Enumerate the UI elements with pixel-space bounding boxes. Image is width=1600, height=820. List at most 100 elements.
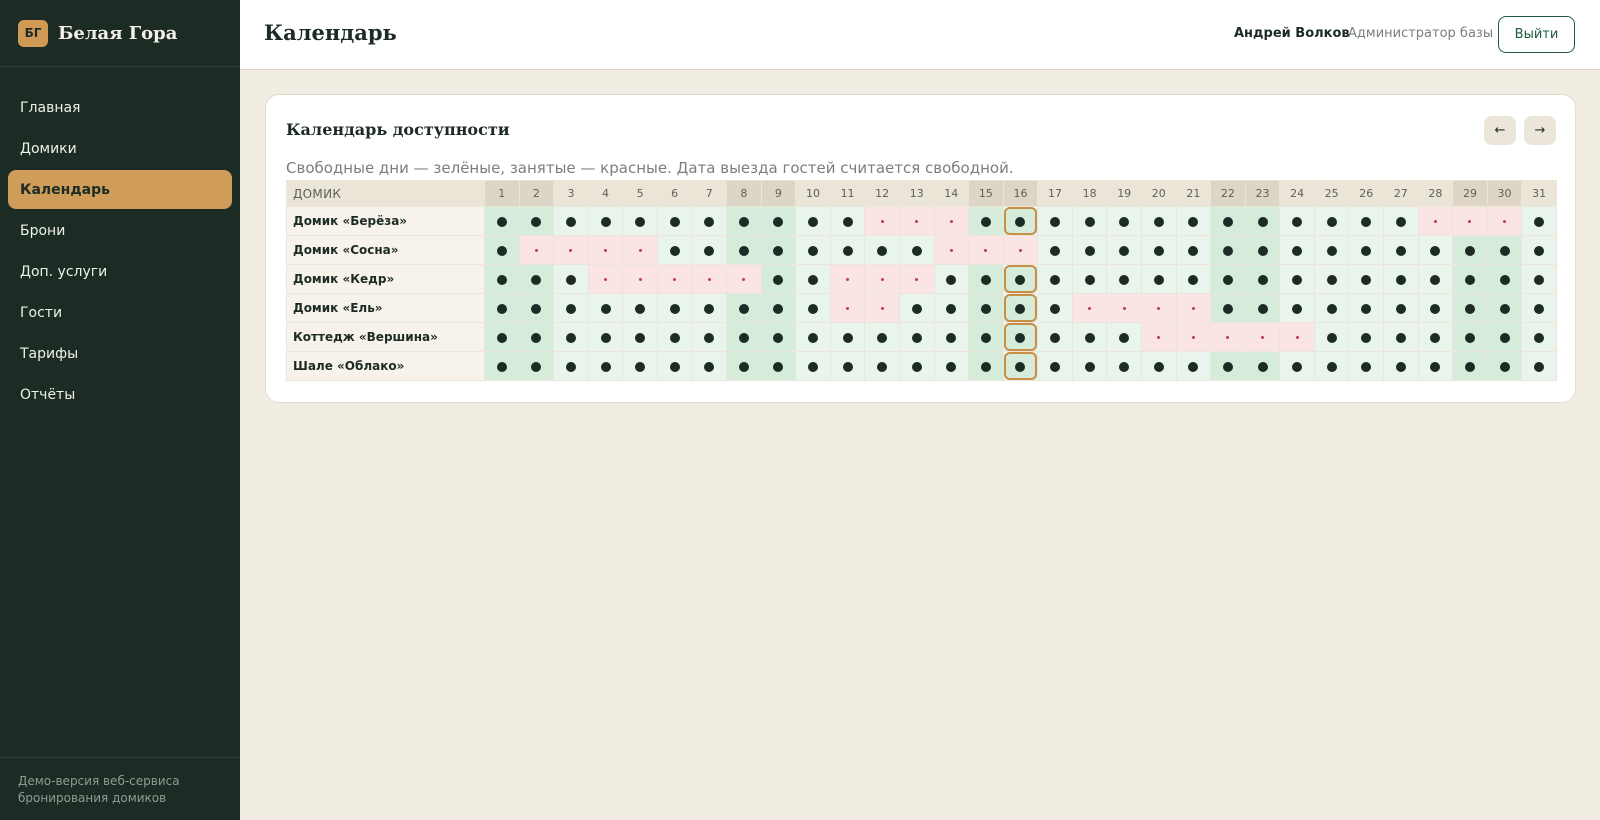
day-cell-free[interactable] bbox=[726, 293, 762, 323]
day-cell-free[interactable] bbox=[968, 351, 1004, 381]
day-cell-free[interactable] bbox=[1106, 322, 1142, 352]
day-cell-free[interactable] bbox=[1383, 235, 1419, 265]
day-cell-busy[interactable] bbox=[1140, 293, 1177, 323]
day-cell-busy[interactable] bbox=[1140, 322, 1177, 352]
day-cell-free[interactable] bbox=[622, 322, 658, 352]
day-cell-free[interactable] bbox=[1002, 293, 1039, 323]
day-cell-free[interactable] bbox=[1313, 293, 1350, 323]
day-cell-busy[interactable] bbox=[829, 293, 866, 323]
day-cell-busy[interactable] bbox=[1452, 206, 1488, 236]
day-cell-free[interactable] bbox=[1486, 235, 1523, 265]
day-cell-free[interactable] bbox=[1071, 351, 1108, 381]
day-cell-free[interactable] bbox=[518, 322, 555, 352]
day-cell-free[interactable] bbox=[968, 206, 1004, 236]
day-cell-free[interactable] bbox=[1106, 264, 1142, 294]
day-cell-free[interactable] bbox=[1002, 351, 1039, 381]
day-cell-free[interactable] bbox=[1037, 264, 1073, 294]
day-cell-free[interactable] bbox=[760, 293, 797, 323]
day-cell-free[interactable] bbox=[1383, 351, 1419, 381]
day-cell-free[interactable] bbox=[760, 264, 797, 294]
day-cell-free[interactable] bbox=[587, 206, 624, 236]
day-cell-free[interactable] bbox=[1210, 264, 1246, 294]
day-cell-free[interactable] bbox=[933, 351, 970, 381]
day-cell-free[interactable] bbox=[1486, 322, 1523, 352]
day-cell-free[interactable] bbox=[656, 235, 693, 265]
day-cell-free[interactable] bbox=[1140, 351, 1177, 381]
day-cell-free[interactable] bbox=[1244, 351, 1281, 381]
day-cell-free[interactable] bbox=[1175, 351, 1212, 381]
day-cell-busy[interactable] bbox=[587, 264, 624, 294]
day-cell-busy[interactable] bbox=[829, 264, 866, 294]
day-cell-free[interactable] bbox=[1486, 351, 1523, 381]
day-cell-busy[interactable] bbox=[864, 293, 900, 323]
day-cell-free[interactable] bbox=[795, 293, 831, 323]
day-cell-busy[interactable] bbox=[1210, 322, 1246, 352]
sidebar-item-home[interactable]: Главная bbox=[8, 88, 232, 127]
day-cell-free[interactable] bbox=[829, 351, 866, 381]
day-cell-free[interactable] bbox=[1037, 351, 1073, 381]
day-cell-free[interactable] bbox=[484, 235, 520, 265]
day-cell-busy[interactable] bbox=[968, 235, 1004, 265]
day-cell-free[interactable] bbox=[553, 206, 589, 236]
day-cell-free[interactable] bbox=[933, 264, 970, 294]
day-cell-busy[interactable] bbox=[898, 206, 935, 236]
day-cell-free[interactable] bbox=[622, 206, 658, 236]
day-cell-free[interactable] bbox=[1452, 322, 1488, 352]
day-cell-free[interactable] bbox=[1037, 235, 1073, 265]
day-cell-free[interactable] bbox=[553, 293, 589, 323]
day-cell-free[interactable] bbox=[968, 293, 1004, 323]
day-cell-free[interactable] bbox=[1383, 322, 1419, 352]
day-cell-busy[interactable] bbox=[1417, 206, 1454, 236]
day-cell-busy[interactable] bbox=[622, 235, 658, 265]
day-cell-free[interactable] bbox=[553, 322, 589, 352]
day-cell-busy[interactable] bbox=[726, 264, 762, 294]
day-cell-busy[interactable] bbox=[587, 235, 624, 265]
day-cell-free[interactable] bbox=[1175, 206, 1212, 236]
sidebar-item-bookings[interactable]: Брони bbox=[8, 211, 232, 250]
day-cell-free[interactable] bbox=[484, 322, 520, 352]
day-cell-free[interactable] bbox=[1279, 293, 1315, 323]
day-cell-free[interactable] bbox=[691, 293, 728, 323]
day-cell-free[interactable] bbox=[484, 293, 520, 323]
day-cell-free[interactable] bbox=[1002, 322, 1039, 352]
day-cell-free[interactable] bbox=[726, 351, 762, 381]
day-cell-free[interactable] bbox=[1244, 206, 1281, 236]
day-cell-free[interactable] bbox=[1348, 235, 1385, 265]
day-cell-free[interactable] bbox=[1279, 351, 1315, 381]
day-cell-free[interactable] bbox=[484, 264, 520, 294]
day-cell-free[interactable] bbox=[1244, 264, 1281, 294]
day-cell-free[interactable] bbox=[1313, 235, 1350, 265]
day-cell-busy[interactable] bbox=[1244, 322, 1281, 352]
day-cell-free[interactable] bbox=[1140, 264, 1177, 294]
prev-month-button[interactable]: ← bbox=[1484, 116, 1516, 145]
day-cell-busy[interactable] bbox=[1002, 235, 1039, 265]
day-cell-free[interactable] bbox=[587, 322, 624, 352]
day-cell-free[interactable] bbox=[864, 351, 900, 381]
brand[interactable]: БГ Белая Гора bbox=[0, 0, 240, 67]
day-cell-free[interactable] bbox=[760, 351, 797, 381]
day-cell-free[interactable] bbox=[1175, 264, 1212, 294]
day-cell-free[interactable] bbox=[1521, 235, 1557, 265]
next-month-button[interactable]: → bbox=[1524, 116, 1556, 145]
day-cell-free[interactable] bbox=[1348, 322, 1385, 352]
day-cell-free[interactable] bbox=[1210, 293, 1246, 323]
day-cell-free[interactable] bbox=[795, 206, 831, 236]
day-cell-free[interactable] bbox=[760, 322, 797, 352]
day-cell-free[interactable] bbox=[691, 322, 728, 352]
day-cell-busy[interactable] bbox=[518, 235, 555, 265]
day-cell-free[interactable] bbox=[1383, 293, 1419, 323]
day-cell-free[interactable] bbox=[1071, 235, 1108, 265]
logout-button[interactable]: Выйти bbox=[1498, 16, 1575, 53]
day-cell-busy[interactable] bbox=[622, 264, 658, 294]
day-cell-free[interactable] bbox=[829, 322, 866, 352]
day-cell-free[interactable] bbox=[1417, 235, 1454, 265]
day-cell-busy[interactable] bbox=[1106, 293, 1142, 323]
day-cell-free[interactable] bbox=[1106, 206, 1142, 236]
day-cell-free[interactable] bbox=[1486, 293, 1523, 323]
day-cell-free[interactable] bbox=[1071, 264, 1108, 294]
day-cell-free[interactable] bbox=[1175, 235, 1212, 265]
day-cell-free[interactable] bbox=[1002, 264, 1039, 294]
day-cell-free[interactable] bbox=[1140, 235, 1177, 265]
day-cell-free[interactable] bbox=[795, 351, 831, 381]
day-cell-free[interactable] bbox=[1417, 293, 1454, 323]
